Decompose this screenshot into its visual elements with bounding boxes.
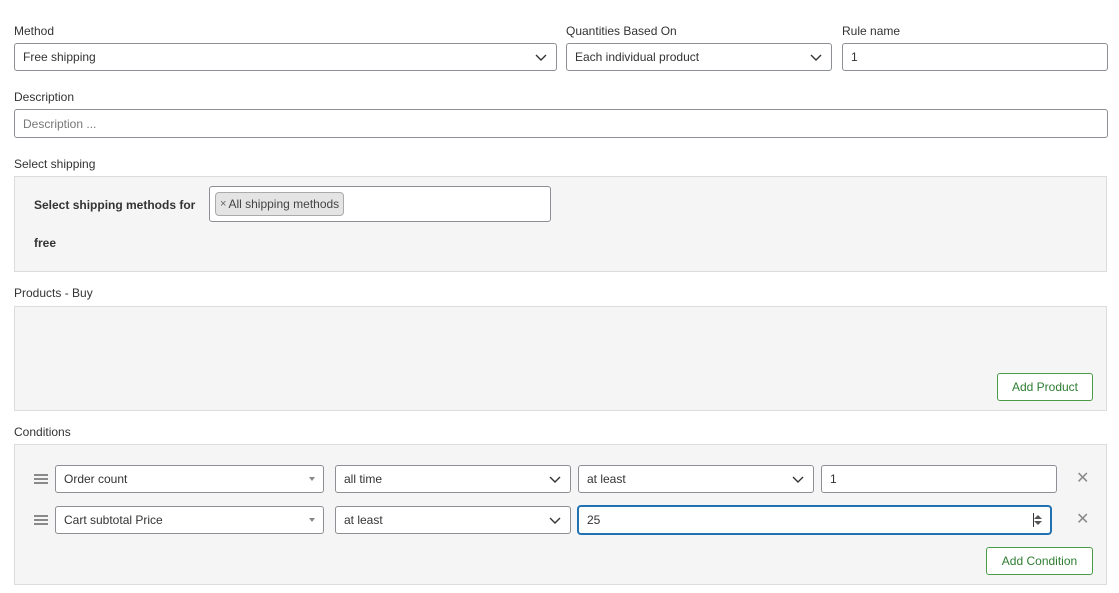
condition-type-select[interactable]: Cart subtotal Price (55, 506, 324, 534)
condition-value-input[interactable]: 1 (821, 465, 1057, 493)
remove-condition-icon[interactable]: ✕ (1076, 471, 1089, 487)
drag-handle-icon[interactable] (34, 474, 48, 484)
quantities-label: Quantities Based On (566, 24, 677, 38)
conditions-label: Conditions (14, 425, 71, 439)
shipping-methods-for-label: Select shipping methods for (34, 198, 196, 212)
description-placeholder: Description ... (23, 116, 97, 131)
chevron-down-icon (549, 517, 561, 524)
rule-name-label: Rule name (842, 24, 901, 38)
condition-value: 25 (587, 513, 601, 527)
condition-operator-select[interactable]: at least (578, 465, 814, 493)
dropdown-arrow-icon (309, 518, 315, 522)
description-input[interactable]: Description ... (14, 109, 1108, 138)
quantities-select[interactable]: Each individual product (566, 43, 832, 71)
rule-name-value: 1 (851, 50, 858, 64)
condition-operator-select[interactable]: at least (335, 506, 571, 534)
method-label: Method (14, 24, 55, 38)
spinner-arrows-icon[interactable] (1034, 515, 1042, 525)
chevron-down-icon (810, 54, 822, 61)
condition-type-value: Order count (64, 472, 128, 486)
add-product-button[interactable]: Add Product (997, 373, 1093, 401)
chevron-down-icon (549, 476, 561, 483)
condition-period-value: all time (344, 472, 383, 486)
dropdown-arrow-icon (309, 477, 315, 481)
shipping-method-tag-label: All shipping methods (228, 197, 340, 211)
condition-value-number-input[interactable]: 25 (577, 505, 1052, 535)
shipping-method-tag: × All shipping methods (215, 192, 345, 216)
select-shipping-panel: Select shipping methods for free × All s… (14, 176, 1107, 272)
select-shipping-label: Select shipping (14, 157, 96, 171)
products-buy-label: Products - Buy (14, 286, 93, 300)
rule-name-input[interactable]: 1 (842, 43, 1108, 71)
remove-condition-icon[interactable]: ✕ (1076, 512, 1089, 528)
condition-type-select[interactable]: Order count (55, 465, 324, 493)
add-condition-button[interactable]: Add Condition (986, 547, 1093, 575)
shipping-methods-for-label-free: free (34, 236, 57, 250)
method-select-value: Free shipping (23, 50, 96, 64)
condition-period-select[interactable]: all time (335, 465, 571, 493)
condition-operator-value: at least (344, 513, 383, 527)
chevron-down-icon (535, 54, 547, 61)
shipping-methods-multiselect[interactable]: × All shipping methods (209, 186, 551, 222)
condition-operator-value: at least (587, 472, 626, 486)
method-select[interactable]: Free shipping (14, 43, 557, 71)
drag-handle-icon[interactable] (34, 515, 48, 525)
description-label: Description (14, 90, 75, 104)
tag-remove-icon[interactable]: × (220, 198, 226, 210)
chevron-down-icon (792, 476, 804, 483)
quantities-select-value: Each individual product (575, 50, 700, 64)
condition-type-value: Cart subtotal Price (64, 513, 163, 527)
products-buy-panel: Add Product (14, 306, 1107, 411)
condition-value: 1 (830, 472, 837, 486)
conditions-panel: Order count all time at least 1 ✕ Cart s… (14, 444, 1107, 585)
